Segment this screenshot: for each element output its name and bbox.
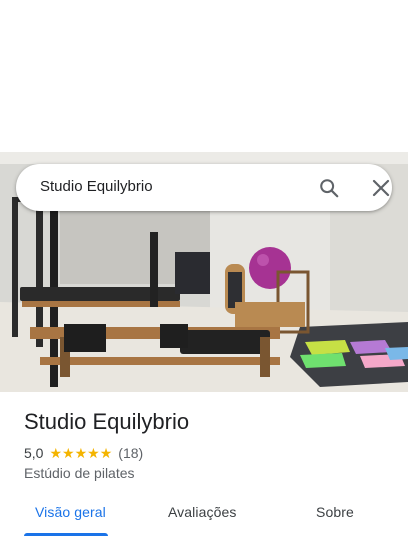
star-icon: ★ [99, 445, 113, 461]
tab-about[interactable]: Sobre [316, 504, 354, 520]
search-icon[interactable] [318, 177, 340, 199]
tab-reviews[interactable]: Avaliações [168, 504, 236, 520]
review-count[interactable]: (18) [118, 445, 143, 461]
tab-bar: Visão geral Avaliações Sobre [0, 492, 408, 544]
close-icon[interactable] [371, 178, 391, 198]
tab-overview[interactable]: Visão geral [35, 504, 106, 520]
star-icon: ★ [62, 445, 75, 461]
search-bar[interactable]: Studio Equilybrio [16, 164, 392, 211]
place-category: Estúdio de pilates [24, 465, 135, 481]
rating-value: 5,0 [24, 445, 44, 461]
star-icon: ★ [74, 445, 88, 461]
star-rating: ★ ★ ★ ★ ★ [49, 446, 112, 460]
blank-header-area [0, 0, 408, 152]
place-title: Studio Equilybrio [24, 409, 190, 434]
star-icon: ★ [87, 445, 100, 461]
active-tab-indicator [24, 533, 108, 536]
star-icon: ★ [49, 445, 63, 461]
search-input[interactable]: Studio Equilybrio [40, 178, 153, 195]
rating-row[interactable]: 5,0 ★ ★ ★ ★ ★ (18) [24, 444, 143, 462]
